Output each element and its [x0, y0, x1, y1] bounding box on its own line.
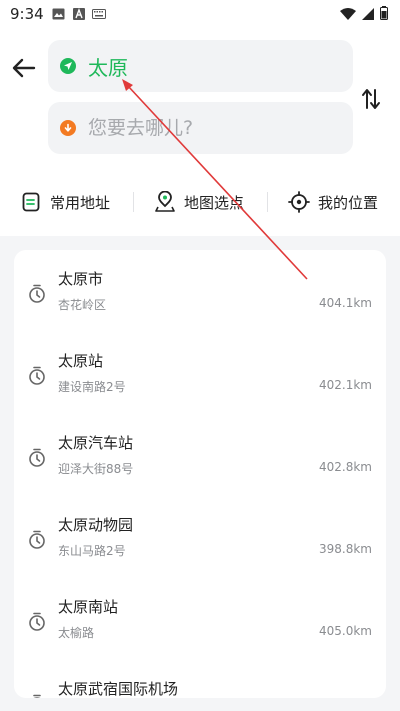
keyboard-icon — [91, 8, 106, 20]
swap-button[interactable] — [358, 86, 384, 112]
list-item[interactable]: 太原南站 太榆路 405.0km — [14, 578, 386, 660]
destination-input[interactable] — [88, 117, 328, 139]
map-pick-label: 地图选点 — [184, 193, 245, 212]
list-item[interactable]: 太原汽车站 迎泽大街88号 402.8km — [14, 414, 386, 496]
origin-location-icon — [60, 58, 76, 74]
image-icon — [52, 8, 66, 20]
results-list: 太原市 杏花岭区 404.1km 太原站 建设南路2号 402.1km 太原汽车… — [14, 250, 386, 698]
origin-field[interactable]: 太原 — [48, 40, 353, 92]
place-address: 杏花岭区 — [58, 298, 107, 312]
back-arrow-icon — [12, 58, 36, 78]
place-name: 太原站 — [58, 352, 104, 370]
place-name: 太原市 — [58, 270, 104, 288]
place-name: 太原动物园 — [58, 516, 134, 534]
status-bar: 9:34 — [0, 0, 400, 28]
place-address: 东山马路2号 — [58, 544, 126, 558]
crosshair-icon — [288, 191, 310, 213]
place-distance: 398.8km — [319, 542, 372, 556]
place-distance: 402.8km — [319, 460, 372, 474]
place-address: 太榆路 — [58, 626, 95, 640]
origin-text: 太原 — [88, 55, 128, 80]
history-clock-icon — [29, 284, 45, 303]
status-time: 9:34 — [10, 5, 44, 23]
my-location-label: 我的位置 — [318, 193, 379, 212]
map-pick-button[interactable]: 地图选点 — [154, 191, 244, 213]
destination-icon — [60, 120, 76, 136]
battery-icon — [380, 6, 388, 24]
place-name: 太原南站 — [58, 598, 119, 616]
results-area: 太原市 杏花岭区 404.1km 太原站 建设南路2号 402.1km 太原汽车… — [0, 236, 400, 711]
place-distance: 405.0km — [319, 624, 372, 638]
place-name: 太原武宿国际机场 — [58, 680, 179, 698]
signal-icon — [362, 6, 374, 24]
list-item[interactable]: 太原市 杏花岭区 404.1km — [14, 250, 386, 332]
place-distance: 404.1km — [319, 296, 372, 310]
divider — [267, 192, 268, 212]
list-item[interactable]: 太原站 建设南路2号 402.1km — [14, 332, 386, 414]
place-distance: 402.1km — [319, 378, 372, 392]
list-item[interactable]: 太原动物园 东山马路2号 398.8km — [14, 496, 386, 578]
common-address-label: 常用地址 — [50, 193, 111, 212]
a-box-icon — [72, 8, 86, 20]
quick-actions-row: 常用地址 地图选点 我的位置 — [0, 180, 400, 224]
address-book-icon — [20, 191, 42, 213]
swap-arrows-icon — [362, 89, 380, 109]
wifi-icon — [340, 6, 356, 24]
history-clock-icon — [33, 694, 41, 698]
common-address-button[interactable]: 常用地址 — [20, 191, 110, 213]
place-address: 建设南路2号 — [58, 380, 126, 394]
history-clock-icon — [29, 612, 45, 631]
back-button[interactable] — [10, 54, 38, 82]
history-clock-icon — [29, 366, 45, 385]
place-address: 迎泽大街88号 — [58, 462, 134, 476]
place-name: 太原汽车站 — [58, 434, 134, 452]
map-pin-icon — [154, 191, 176, 213]
my-location-button[interactable]: 我的位置 — [288, 191, 378, 213]
divider — [133, 192, 134, 212]
history-clock-icon — [29, 448, 45, 467]
history-clock-icon — [29, 530, 45, 549]
list-item[interactable]: 太原武宿国际机场 — [14, 660, 386, 698]
destination-field[interactable] — [48, 102, 353, 154]
